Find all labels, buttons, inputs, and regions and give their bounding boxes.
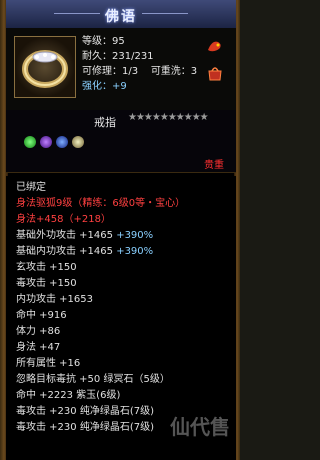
durability-text: 耐久：231/231 [82, 51, 154, 62]
socket-row: 戒指 ★★★★★★★★★★ 贵重 [6, 110, 236, 173]
item-tooltip-window: 佛语 等级：95 耐久：231/231 可修理：1/3 可重洗：3 强化：+9 [0, 0, 240, 460]
attribute-line: 身法+458（+218） [16, 214, 111, 225]
enhance-label: 强化： [82, 81, 112, 92]
precious-label: 贵重 [204, 160, 224, 171]
watermark: 仙代售 [170, 415, 230, 439]
title-ornament-right [142, 13, 188, 14]
gem-socket-blue[interactable] [56, 136, 68, 148]
attribute-line: 命中 +916 [16, 310, 67, 321]
gem-attribute-line: 毒攻击 +230 纯净绿晶石(7级) [16, 406, 154, 417]
dragon-emblem-icon [208, 41, 221, 52]
attribute-line: 身法驱狐9级（精练：6级0等・宝心） [16, 198, 186, 209]
attribute-line: 基础内功攻击 +1465 +390% [16, 242, 153, 257]
attribute-line: 毒攻击 +150 [16, 278, 77, 289]
rewashable-text: 可重洗：3 [150, 66, 198, 77]
gem-attribute-line: 忽略目标毒抗 +50 绿冥石（5级） [16, 374, 170, 385]
attribute-line: 所有属性 +16 [16, 358, 81, 369]
attribute-text: 基础外功攻击 +1465 [16, 230, 117, 241]
item-stats: 等级：95 耐久：231/231 可修理：1/3 可重洗：3 强化：+9 [82, 34, 197, 94]
attribute-bonus: +390% [116, 230, 154, 241]
level-text: 等级：95 [82, 36, 125, 47]
attribute-list: 已绑定 身法驱狐9级（精练：6级0等・宝心） 身法+458（+218） 基础外功… [6, 176, 236, 460]
repairable-text: 可修理：1/3 [82, 66, 139, 77]
attribute-line: 基础外功攻击 +1465 +390% [16, 226, 153, 241]
item-header: 等级：95 耐久：231/231 可修理：1/3 可重洗：3 强化：+9 [6, 28, 236, 111]
enhance-value: +9 [112, 81, 127, 92]
gem-socket-purple[interactable] [40, 136, 52, 148]
star-rating: ★★★★★★★★★★ [128, 112, 209, 123]
attribute-line: 身法 +47 [16, 342, 61, 353]
attribute-line: 内功攻击 +1653 [16, 294, 94, 305]
bag-icon [208, 67, 222, 81]
gem-socket-gold[interactable] [72, 136, 84, 148]
gem-socket-green[interactable] [24, 136, 36, 148]
attribute-text: 基础内功攻击 +1465 [16, 246, 117, 257]
attribute-line: 玄攻击 +150 [16, 262, 77, 273]
title-bar[interactable]: 佛语 [6, 0, 236, 29]
item-type-label: 戒指 [94, 116, 116, 129]
gem-attribute-line: 毒攻击 +230 纯净绿晶石(7级) [16, 422, 154, 433]
repair-row: 可修理：1/3 可重洗：3 [82, 64, 197, 79]
gem-attribute-line: 命中 +2223 紫玉(6级) [16, 390, 121, 401]
ring-icon[interactable] [14, 36, 76, 98]
bound-status: 已绑定 [16, 182, 46, 193]
attribute-bonus: +390% [116, 246, 154, 257]
window-title: 佛语 [105, 9, 137, 25]
enhance-row: 强化：+9 [82, 79, 197, 94]
attribute-line: 体力 +86 [16, 326, 61, 337]
